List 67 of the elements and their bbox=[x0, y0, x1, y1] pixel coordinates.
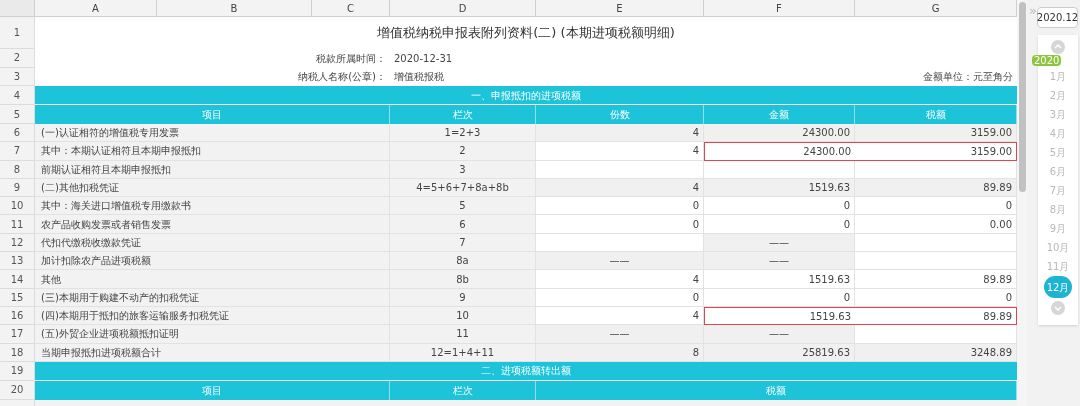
input-cell[interactable] bbox=[855, 325, 1017, 344]
table-cell: 其中：本期认证相符且本期申报抵扣 bbox=[35, 142, 390, 161]
table-cell: 3159.00 bbox=[855, 124, 1017, 143]
table-cell: —— bbox=[704, 325, 855, 344]
column-header: 金额 bbox=[704, 105, 855, 124]
table-cell: 其中：海关进口增值税专用缴款书 bbox=[35, 197, 390, 216]
table-cell: —— bbox=[536, 252, 704, 271]
info-label: 税款所属时间： bbox=[315, 51, 387, 66]
info-label: 纳税人名称(公章)： bbox=[297, 70, 387, 85]
input-cell[interactable]: 0 bbox=[536, 197, 704, 216]
table-cell: 2 bbox=[390, 142, 536, 161]
table-cell: —— bbox=[704, 252, 855, 271]
table-cell: 8b bbox=[390, 270, 536, 289]
row-number: 14 bbox=[0, 270, 35, 289]
column-letter[interactable]: C bbox=[312, 0, 390, 17]
table-cell: 加计扣除农产品进项税额 bbox=[35, 252, 390, 271]
input-cell[interactable]: 0 bbox=[536, 215, 704, 234]
column-header: 项目 bbox=[35, 105, 390, 124]
year-badge: 2020 bbox=[1032, 55, 1062, 66]
section-header: 一、申报抵扣的进项税额 bbox=[35, 86, 1017, 105]
input-cell[interactable]: 4 bbox=[536, 270, 704, 289]
period-field[interactable]: 2020.12 bbox=[1037, 7, 1078, 28]
table-cell: (五)外贸企业进项税额抵扣证明 bbox=[35, 325, 390, 344]
input-cell[interactable]: 0 bbox=[704, 197, 855, 216]
input-cell[interactable]: 4 bbox=[536, 142, 704, 161]
row-number: 10 bbox=[0, 197, 35, 216]
table-cell: 24300.00 bbox=[704, 124, 855, 143]
table-cell: 农产品收购发票或者销售发票 bbox=[35, 215, 390, 234]
row-number: 4 bbox=[0, 86, 35, 105]
input-cell[interactable]: 0 bbox=[704, 215, 855, 234]
table-cell: —— bbox=[536, 325, 704, 344]
row-number: 17 bbox=[0, 325, 35, 344]
row-number: 2 bbox=[0, 49, 35, 68]
corner-cell[interactable] bbox=[0, 0, 35, 17]
form-title: 增值税纳税申报表附列资料(二) (本期进项税额明细) bbox=[376, 24, 676, 43]
input-cell[interactable]: 0.00 bbox=[855, 215, 1017, 234]
input-cell[interactable] bbox=[855, 252, 1017, 271]
info-value: 2020-12-31 bbox=[393, 51, 454, 66]
column-letter[interactable]: D bbox=[390, 0, 536, 17]
row-number: 7 bbox=[0, 142, 35, 161]
row-number: 6 bbox=[0, 124, 35, 143]
column-header: 栏次 bbox=[390, 105, 536, 124]
table-cell: 8a bbox=[390, 252, 536, 271]
row-number: 13 bbox=[0, 252, 35, 271]
table-cell: 4 bbox=[536, 124, 704, 143]
column-header: 税额 bbox=[855, 105, 1017, 124]
input-cell[interactable]: 1519.63 bbox=[704, 270, 855, 289]
row-number: 11 bbox=[0, 215, 35, 234]
input-cell[interactable]: 0 bbox=[855, 197, 1017, 216]
table-cell: 其他 bbox=[35, 270, 390, 289]
table-cell: (一)认证相符的增值税专用发票 bbox=[35, 124, 390, 143]
table-cell: 6 bbox=[390, 215, 536, 234]
column-letter[interactable]: A bbox=[35, 0, 157, 17]
input-cell[interactable]: 89.89 bbox=[855, 270, 1017, 289]
row-number: 5 bbox=[0, 105, 35, 124]
row-number: 1 bbox=[0, 17, 35, 49]
table-cell: 1=2+3 bbox=[390, 124, 536, 143]
column-letter[interactable]: G bbox=[855, 0, 1017, 17]
column-letter[interactable]: B bbox=[157, 0, 312, 17]
column-letter[interactable]: F bbox=[704, 0, 855, 17]
info-value: 增值税报税 bbox=[393, 70, 445, 85]
column-header: 份数 bbox=[536, 105, 704, 124]
table-cell: 5 bbox=[390, 197, 536, 216]
scrollbar[interactable] bbox=[1017, 0, 1027, 406]
unit-note: 金额单位：元至角分 bbox=[923, 70, 1013, 85]
column-letter[interactable]: E bbox=[536, 0, 704, 17]
table-cell: 11 bbox=[390, 325, 536, 344]
